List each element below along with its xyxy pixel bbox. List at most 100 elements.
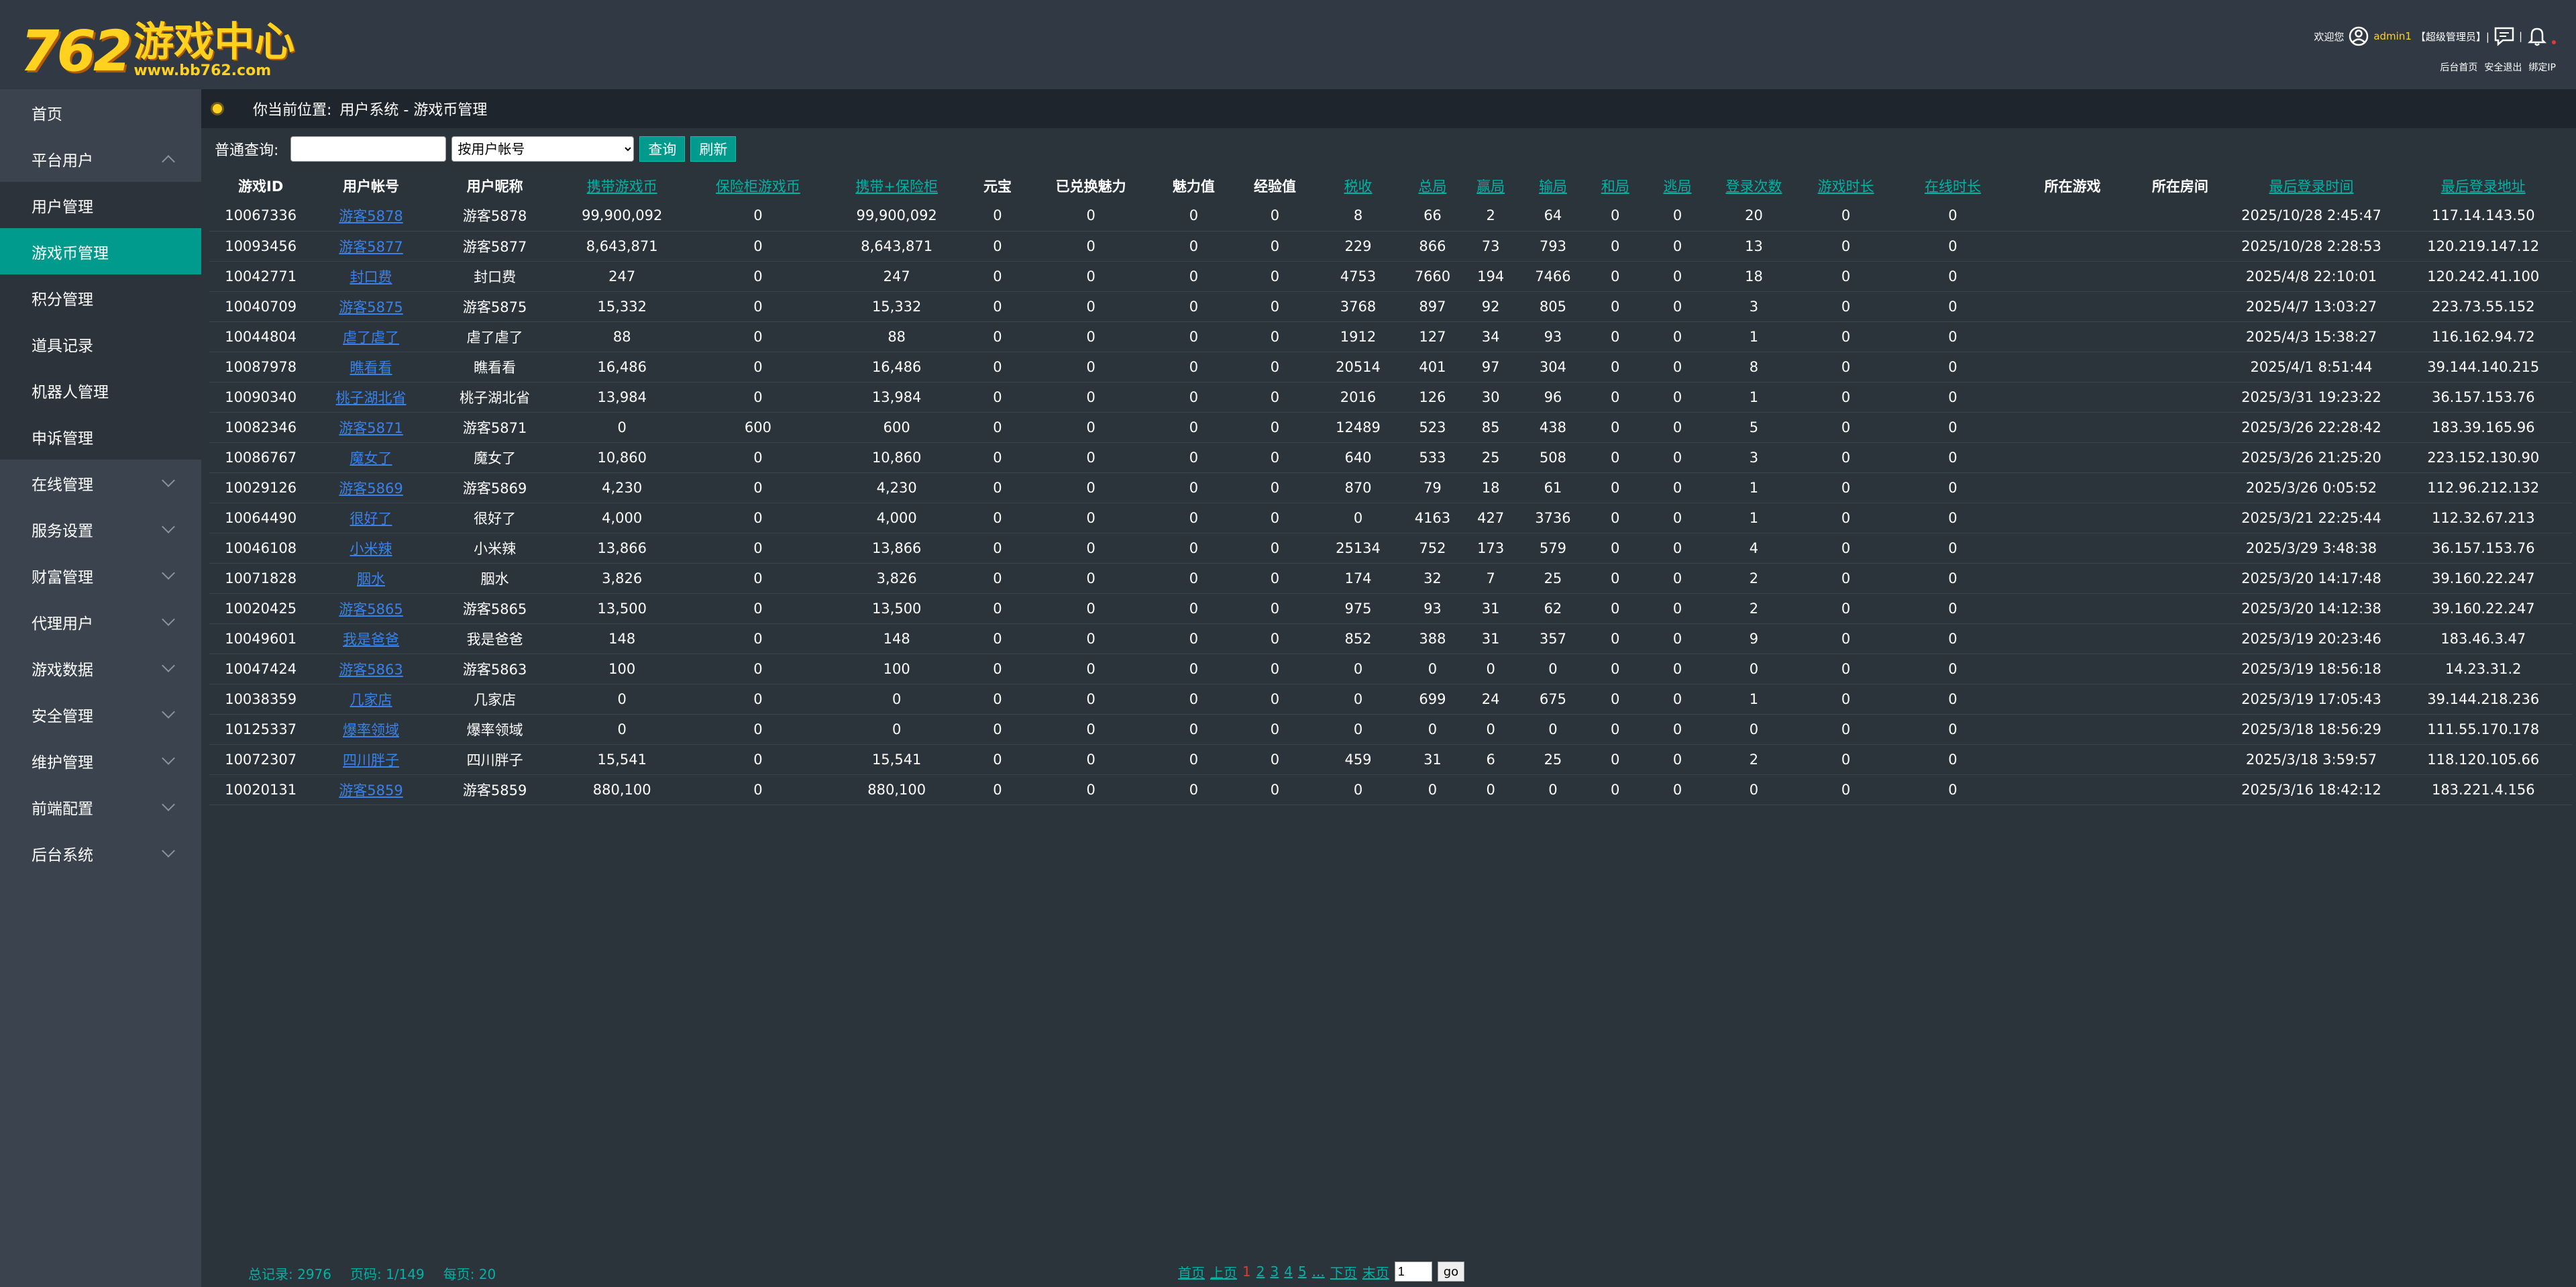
- pager-first[interactable]: 首页: [1178, 1262, 1205, 1282]
- account-link[interactable]: 虐了虐了: [312, 321, 430, 352]
- table-cell: 229: [1310, 231, 1406, 262]
- sidebar-item-frontend-config[interactable]: 前端配置: [0, 784, 201, 830]
- sidebar-item-online[interactable]: 在线管理: [0, 460, 201, 506]
- table-cell: [2132, 744, 2229, 775]
- account-link[interactable]: 游客5875: [312, 291, 430, 322]
- account-link[interactable]: 游客5865: [312, 593, 430, 624]
- pager-last[interactable]: 末页: [1362, 1262, 1389, 1282]
- account-link[interactable]: 爆率领域: [312, 714, 430, 745]
- table-cell: 0: [1459, 774, 1522, 805]
- bell-icon[interactable]: [2526, 25, 2548, 47]
- column-header[interactable]: 赢局: [1460, 170, 1522, 201]
- pager-page-3[interactable]: 3: [1270, 1264, 1279, 1280]
- account-link[interactable]: 很好了: [312, 503, 430, 533]
- table-cell: 13,866: [831, 533, 962, 564]
- message-icon[interactable]: [2493, 25, 2515, 47]
- account-link[interactable]: 胭水: [312, 563, 430, 594]
- column-header[interactable]: 最后登录地址: [2395, 170, 2572, 201]
- sidebar-item-backend-system[interactable]: 后台系统: [0, 830, 201, 876]
- link-bind-ip[interactable]: 绑定IP: [2528, 60, 2556, 74]
- table-cell: [2132, 321, 2229, 352]
- sidebar-sub-appeal-management[interactable]: 申诉管理: [0, 413, 201, 460]
- column-header[interactable]: 登录次数: [1709, 170, 1799, 201]
- refresh-button[interactable]: 刷新: [690, 136, 737, 162]
- column-header[interactable]: 逃局: [1646, 170, 1709, 201]
- column-header[interactable]: 和局: [1584, 170, 1646, 201]
- sidebar-item-maintenance[interactable]: 维护管理: [0, 737, 201, 784]
- table-cell: 0: [1646, 201, 1709, 231]
- column-header[interactable]: 最后登录时间: [2228, 170, 2394, 201]
- sidebar-sub-item-records[interactable]: 道具记录: [0, 321, 201, 367]
- query-button[interactable]: 查询: [639, 136, 686, 162]
- pager-page-1[interactable]: 1: [1242, 1264, 1251, 1280]
- column-header[interactable]: 游戏时长: [1799, 170, 1892, 201]
- separator: |: [2518, 30, 2522, 42]
- table-cell: 223.152.130.90: [2394, 442, 2572, 473]
- go-button[interactable]: go: [1437, 1262, 1465, 1282]
- sidebar-sub-user-management[interactable]: 用户管理: [0, 182, 201, 228]
- table-row: 10064490 很好了 很好了 4,000 0 4,000 0 0 0 0 0 4163 427 373…: [209, 503, 2572, 533]
- table-cell: 0: [684, 563, 832, 594]
- sidebar-sub-points-management[interactable]: 积分管理: [0, 274, 201, 321]
- link-admin-home[interactable]: 后台首页: [2440, 60, 2477, 74]
- table-cell: 0: [684, 714, 832, 745]
- sidebar-sub-coin-management[interactable]: 游戏币管理: [0, 228, 201, 274]
- pager-page-5[interactable]: 5: [1298, 1264, 1307, 1280]
- page-number-input[interactable]: [1394, 1262, 1432, 1282]
- pager-next[interactable]: 下页: [1330, 1262, 1357, 1282]
- column-header[interactable]: 携带+保险柜: [832, 170, 962, 201]
- table-row: 10047424 游客5863 游客5863 100 0 100 0 0 0 0 0 0 0 0 0 0 0 0 0…: [209, 654, 2572, 684]
- sidebar-item-platform-users[interactable]: 平台用户: [0, 136, 201, 182]
- sidebar-sub-robot-management[interactable]: 机器人管理: [0, 367, 201, 413]
- table-cell: 459: [1310, 744, 1406, 775]
- account-link[interactable]: 魔女了: [312, 442, 430, 473]
- column-header[interactable]: 总局: [1405, 170, 1460, 201]
- pager-page-4[interactable]: 4: [1284, 1264, 1293, 1280]
- account-link[interactable]: 游客5871: [312, 412, 430, 443]
- account-link[interactable]: 小米辣: [312, 533, 430, 564]
- column-header[interactable]: 税收: [1311, 170, 1405, 201]
- table-cell: 2025/10/28 2:28:53: [2228, 231, 2395, 262]
- account-link[interactable]: 游客5877: [312, 231, 430, 262]
- table-cell: 0: [1646, 231, 1709, 262]
- table-cell: 魔女了: [429, 442, 560, 473]
- column-header[interactable]: 在线时长: [1892, 170, 2013, 201]
- table-cell: 0: [1148, 563, 1239, 594]
- column-header[interactable]: 携带游戏币: [559, 170, 684, 201]
- pager-ellipsis[interactable]: ...: [1312, 1264, 1325, 1280]
- sidebar-item-service[interactable]: 服务设置: [0, 506, 201, 552]
- table-cell: 523: [1405, 412, 1460, 443]
- table-cell: 2025/10/28 2:45:47: [2228, 201, 2395, 231]
- column-header[interactable]: 输局: [1522, 170, 1585, 201]
- sidebar: 首页 平台用户 用户管理 游戏币管理 积分管理 道具记录 机器人管理 申诉管理 …: [0, 89, 201, 1287]
- pager-page-2[interactable]: 2: [1256, 1264, 1265, 1280]
- logo[interactable]: 762 游戏中心 www.bb762.com: [20, 12, 294, 79]
- sidebar-item-home[interactable]: 首页: [0, 89, 201, 136]
- account-link[interactable]: 瞧看看: [312, 352, 430, 382]
- table-cell: 0: [1239, 654, 1311, 684]
- account-link[interactable]: 封口费: [312, 261, 430, 292]
- search-field-select[interactable]: 按用户帐号: [451, 136, 635, 162]
- account-link[interactable]: 游客5859: [312, 774, 430, 805]
- account-link[interactable]: 游客5863: [312, 654, 430, 684]
- link-logout[interactable]: 安全退出: [2484, 60, 2522, 74]
- account-link[interactable]: 游客5878: [312, 201, 430, 231]
- account-link[interactable]: 四川胖子: [312, 744, 430, 775]
- column-header[interactable]: 保险柜游戏币: [684, 170, 832, 201]
- account-link[interactable]: 游客5869: [312, 472, 430, 503]
- search-input[interactable]: [290, 136, 447, 162]
- table-cell: 7: [1459, 563, 1522, 594]
- sidebar-item-agents[interactable]: 代理用户: [0, 599, 201, 645]
- account-link[interactable]: 桃子湖北省: [312, 382, 430, 413]
- sidebar-item-game-data[interactable]: 游戏数据: [0, 645, 201, 691]
- pager-prev[interactable]: 上页: [1210, 1262, 1237, 1282]
- account-link[interactable]: 我是爸爸: [312, 623, 430, 654]
- sidebar-item-security[interactable]: 安全管理: [0, 691, 201, 737]
- table-cell: 0: [1799, 654, 1893, 684]
- username[interactable]: admin1: [2373, 30, 2412, 42]
- table-cell: 0: [1310, 774, 1406, 805]
- table-cell: 10046108: [209, 533, 313, 564]
- table-cell: 0: [1239, 201, 1311, 231]
- sidebar-item-wealth[interactable]: 财富管理: [0, 552, 201, 599]
- account-link[interactable]: 几家店: [312, 684, 430, 715]
